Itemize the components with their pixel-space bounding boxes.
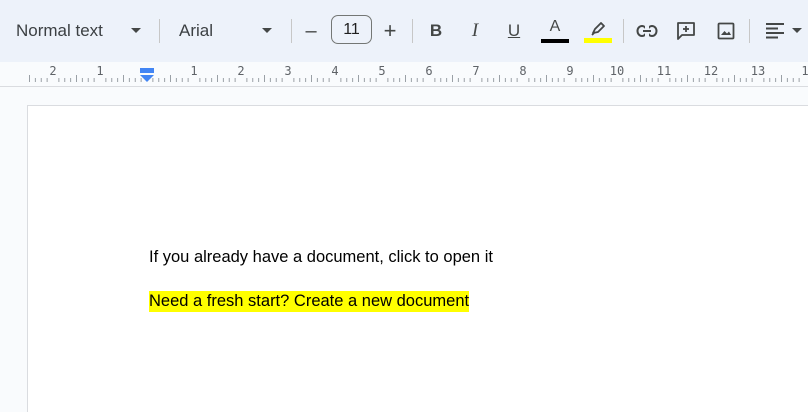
- toolbar-divider: [159, 19, 160, 43]
- ruler-number: 12: [703, 64, 719, 78]
- ruler-number: 5: [378, 64, 386, 78]
- align-text-button[interactable]: [758, 14, 792, 48]
- font-size-input[interactable]: 11: [331, 15, 372, 44]
- bold-icon: B: [429, 21, 443, 40]
- document-link-open-existing[interactable]: If you already have a document, click to…: [149, 248, 493, 267]
- ruler-number: 10: [609, 64, 625, 78]
- ruler-number: 1: [96, 64, 104, 78]
- add-comment-button[interactable]: [669, 14, 703, 48]
- decrease-font-size-button[interactable]: –: [294, 14, 328, 48]
- highlighter-icon: [591, 21, 605, 36]
- indent-marker-icon[interactable]: [138, 67, 156, 83]
- add-comment-icon: [677, 22, 695, 40]
- ruler-number: 11: [656, 64, 672, 78]
- ruler-number: 6: [425, 64, 433, 78]
- insert-image-icon: [717, 22, 735, 40]
- toolbar-divider: [291, 19, 292, 43]
- ruler-number: 1: [801, 64, 808, 78]
- paragraph-style-label: Normal text: [16, 21, 103, 40]
- horizontal-ruler[interactable]: 2 1 1 2 3 4 5 6 7 8 9 10 11 12 13 1: [0, 62, 808, 87]
- paragraph-style-dropdown[interactable]: Normal text: [16, 13, 103, 49]
- ruler-number: 7: [472, 64, 480, 78]
- bold-button[interactable]: B: [419, 14, 453, 48]
- ruler-number: 1: [190, 64, 198, 78]
- paragraph-text: If you already have a document, click to…: [149, 248, 493, 266]
- formatting-toolbar: Normal text Arial – 11 + B I U A: [0, 0, 808, 62]
- text-color-swatch: [541, 39, 569, 43]
- highlight-color-swatch: [584, 37, 612, 43]
- link-icon: [636, 24, 658, 38]
- ruler-number: 2: [49, 64, 57, 78]
- text-color-button[interactable]: A: [538, 14, 572, 48]
- ruler-number: 3: [284, 64, 292, 78]
- toolbar-divider: [412, 19, 413, 43]
- chevron-down-icon: [262, 28, 272, 33]
- increase-font-size-button[interactable]: +: [373, 14, 407, 48]
- text-color-icon: A: [549, 18, 561, 35]
- plus-icon: +: [383, 18, 397, 43]
- chevron-down-icon: [792, 28, 802, 33]
- highlight-color-button[interactable]: [581, 14, 615, 48]
- underline-icon: U: [507, 21, 521, 40]
- font-size-value: 11: [343, 20, 360, 38]
- document-link-create-new[interactable]: Need a fresh start? Create a new documen…: [149, 291, 470, 312]
- ruler-number: 4: [331, 64, 339, 78]
- ruler-number: 2: [237, 64, 245, 78]
- document-canvas: If you already have a document, click to…: [0, 87, 808, 412]
- font-family-label: Arial: [179, 21, 214, 40]
- insert-link-button[interactable]: [630, 14, 664, 48]
- ruler-number: 9: [566, 64, 574, 78]
- highlighted-paragraph-text: Need a fresh start? Create a new documen…: [149, 291, 470, 312]
- font-family-dropdown[interactable]: Arial: [179, 13, 213, 49]
- underline-button[interactable]: U: [497, 14, 531, 48]
- minus-icon: –: [305, 19, 317, 42]
- toolbar-divider: [623, 19, 624, 43]
- italic-icon: I: [471, 20, 479, 41]
- insert-image-button[interactable]: [709, 14, 743, 48]
- ruler-number: 8: [519, 64, 527, 78]
- document-page[interactable]: If you already have a document, click to…: [27, 105, 808, 412]
- ruler-number: 13: [750, 64, 766, 78]
- align-left-icon: [766, 23, 784, 39]
- ruler-ticks: [29, 75, 800, 82]
- toolbar-divider: [749, 19, 750, 43]
- chevron-down-icon: [131, 28, 141, 33]
- italic-button[interactable]: I: [458, 14, 492, 48]
